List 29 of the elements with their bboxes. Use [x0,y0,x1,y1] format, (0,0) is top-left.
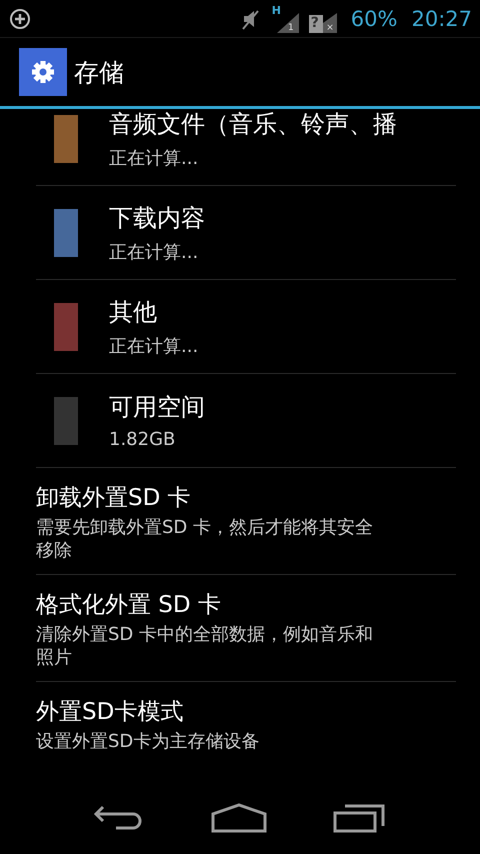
storage-item[interactable]: 可用空间 1.82GB [36,374,456,468]
setting-title: 卸载外置SD 卡 [36,484,192,513]
setting-title: 外置SD卡模式 [36,698,184,727]
settings-item[interactable]: 卸载外置SD 卡 需要先卸载外置SD 卡，然后才能将其安全移除 [36,468,456,575]
add-circle-icon [9,8,31,30]
item-summary: 正在计算... [109,334,200,358]
storage-item[interactable]: 下载内容 正在计算... [36,186,456,280]
clock: 20:27 [411,6,472,30]
setting-summary: 设置外置SD卡为主存储设备 [36,731,260,754]
home-icon[interactable] [211,803,267,833]
muted-speaker-icon [240,8,261,30]
setting-summary: 清除外置SD 卡中的全部数据，例如音乐和照片 [36,624,374,669]
storage-item[interactable]: 其他 正在计算... [36,280,456,374]
settings-item[interactable]: 格式化外置 SD 卡 清除外置SD 卡中的全部数据，例如音乐和照片 [36,575,456,682]
screen-title: 存储 [74,56,124,88]
item-summary: 正在计算... [109,240,200,264]
setting-summary: 需要先卸载外置SD 卡，然后才能将其安全移除 [36,517,374,562]
setting-title: 格式化外置 SD 卡 [36,591,222,620]
item-title: 音频文件（音乐、铃声、播 [109,109,398,140]
battery-percent: 60% [350,6,398,30]
settings-item[interactable]: 外置SD卡模式 设置外置SD卡为主存储设备 [36,682,456,766]
storage-item[interactable]: 音频文件（音乐、铃声、播 正在计算... [36,109,456,186]
item-summary: 1.82GB [109,429,176,450]
item-title: 下载内容 [109,202,206,234]
item-summary: 正在计算... [109,146,200,170]
recent-apps-icon[interactable] [333,803,387,833]
settings-icon[interactable] [19,48,67,96]
item-title: 其他 [109,296,158,328]
item-title: 可用空间 [109,392,206,423]
